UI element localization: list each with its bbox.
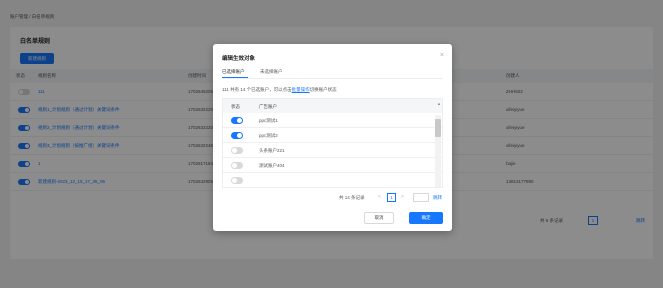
edit-target-modal: 编辑生效对象 × 已选择账户 未选择账户 111 共有 14 个已选账户，可以点…	[213, 44, 452, 231]
hint-suffix: 切换账户状态	[309, 87, 337, 92]
pager-page[interactable]: 1	[387, 193, 396, 202]
hint-text: 111 共有 14 个已选账户，可以点击批量操作切换账户状态	[222, 87, 337, 93]
account-status-toggle[interactable]	[231, 177, 243, 184]
next-page-icon[interactable]: >	[401, 194, 404, 200]
scroll-up-icon[interactable]: ▲	[437, 101, 441, 106]
batch-operation-link[interactable]: 批量操作	[292, 87, 310, 92]
table-row: 头条账户221	[223, 143, 442, 158]
confirm-button[interactable]: 确定	[409, 212, 443, 224]
tab-selected-accounts[interactable]: 已选择账户	[222, 69, 245, 75]
prev-page-icon[interactable]: <	[378, 194, 381, 200]
close-icon[interactable]: ×	[440, 52, 444, 59]
column-header-account: 广告账户	[259, 104, 277, 109]
table-row: ppc测试1	[223, 113, 442, 128]
account-name: ppc测试1	[259, 118, 278, 123]
account-name: 头条账户221	[259, 148, 285, 153]
tab-active-indicator	[222, 77, 248, 78]
cancel-button[interactable]: 取消	[364, 212, 394, 224]
modal-tabs: 已选择账户 未选择账户	[222, 69, 443, 79]
page-jump-button[interactable]: 跳转	[433, 195, 442, 201]
table-row: 测试账户404	[223, 158, 442, 173]
scrollbar[interactable]	[435, 115, 441, 187]
account-status-toggle[interactable]	[231, 147, 243, 154]
account-status-toggle[interactable]	[231, 162, 243, 169]
table-row	[223, 173, 442, 187]
account-name: 测试账户404	[259, 163, 285, 168]
tab-unselected-accounts[interactable]: 未选择账户	[260, 69, 283, 75]
table-row: ppc测试2	[223, 128, 442, 143]
hint-prefix: 111 共有 14 个已选账户，可以点击	[222, 87, 292, 92]
page-jump-input[interactable]	[413, 193, 429, 202]
modal-title: 编辑生效对象	[222, 56, 256, 62]
column-header-status: 状态	[231, 104, 240, 109]
scroll-thumb[interactable]	[435, 119, 441, 137]
account-table-header: 状态 广告账户	[223, 99, 442, 113]
account-name: ppc测试2	[259, 133, 278, 138]
account-table: 状态 广告账户 ppc测试1 ppc测试2 头条账户221 测试账户404 ▲	[222, 98, 443, 188]
account-status-toggle[interactable]	[231, 132, 243, 139]
pager-total: 共 14 条记录	[339, 195, 365, 200]
account-status-toggle[interactable]	[231, 117, 243, 124]
